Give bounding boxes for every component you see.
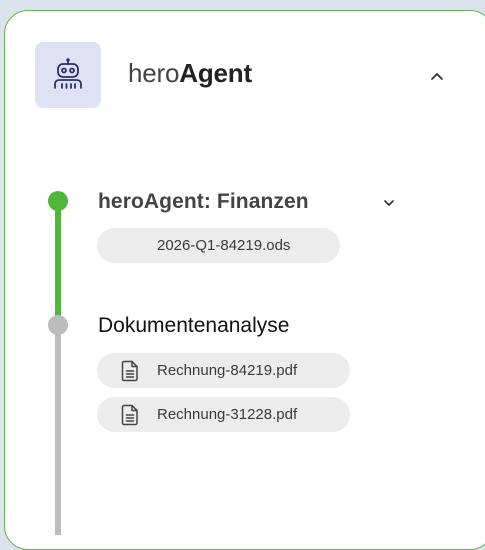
chevron-down-icon (382, 198, 396, 208)
step-title-dokumentenanalyse: Dokumentenanalyse (98, 314, 290, 337)
timeline-progress-line (55, 201, 61, 324)
robot-icon (51, 58, 85, 92)
file-name: Rechnung-31228.pdf (157, 406, 298, 423)
expand-step-button[interactable] (378, 192, 400, 214)
file-name: 2026-Q1-84219.ods (157, 237, 291, 254)
app-title: heroAgent (128, 58, 252, 89)
document-icon (121, 360, 139, 382)
step-complete-dot (48, 191, 68, 211)
file-chip-pdf[interactable]: Rechnung-84219.pdf (97, 353, 350, 388)
file-chip-pdf[interactable]: Rechnung-31228.pdf (97, 397, 350, 432)
collapse-button[interactable] (425, 64, 449, 88)
app-title-suffix: Agent (179, 58, 252, 88)
file-chip-ods[interactable]: 2026-Q1-84219.ods (97, 228, 340, 263)
chevron-up-icon (429, 71, 445, 81)
app-logo (35, 42, 101, 108)
step-title-finanzen: heroAgent: Finanzen (98, 190, 309, 213)
file-name: Rechnung-84219.pdf (157, 362, 298, 379)
app-title-prefix: hero (128, 58, 180, 88)
timeline-pending-line (55, 325, 61, 535)
step-pending-dot (48, 315, 68, 335)
document-icon (121, 404, 139, 426)
